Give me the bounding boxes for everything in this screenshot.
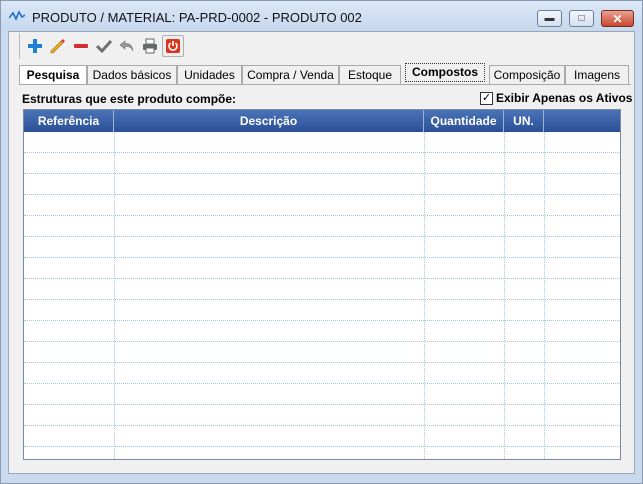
minimize-icon: ▬ — [544, 12, 555, 24]
grid-header: Referência Descrição Quantidade UN. — [24, 110, 620, 132]
toolbar — [19, 33, 199, 59]
table-row[interactable] — [24, 384, 620, 405]
title-bar[interactable]: PRODUTO / MATERIAL: PA-PRD-0002 - PRODUT… — [1, 1, 642, 31]
structures-grid[interactable]: Referência Descrição Quantidade UN. — [23, 109, 621, 460]
tab-dados-basicos[interactable]: Dados básicos — [87, 65, 177, 84]
table-row[interactable] — [24, 195, 620, 216]
undo-button[interactable] — [116, 35, 138, 57]
active-filter-checkbox[interactable]: ✓ — [480, 91, 493, 105]
table-row[interactable] — [24, 132, 620, 153]
tab-pesquisa[interactable]: Pesquisa — [19, 65, 87, 84]
minimize-button[interactable]: ▬ — [537, 10, 562, 27]
table-row[interactable] — [24, 321, 620, 342]
table-row[interactable] — [24, 426, 620, 447]
table-row[interactable] — [24, 405, 620, 426]
table-row[interactable] — [24, 174, 620, 195]
column-header-descricao[interactable]: Descrição — [114, 110, 424, 132]
table-row[interactable] — [24, 363, 620, 384]
table-row[interactable] — [24, 279, 620, 300]
maximize-icon: □ — [578, 12, 585, 24]
tab-divider — [19, 84, 631, 85]
tab-estoque[interactable]: Estoque — [339, 65, 401, 84]
window-title: PRODUTO / MATERIAL: PA-PRD-0002 - PRODUT… — [32, 10, 362, 25]
tab-compra-venda[interactable]: Compra / Venda — [242, 65, 339, 84]
print-icon — [143, 38, 157, 54]
confirm-button[interactable] — [93, 35, 115, 57]
close-icon: ✕ — [612, 11, 623, 26]
app-logo-icon — [9, 10, 25, 21]
print-button[interactable] — [139, 35, 161, 57]
product-window: PRODUTO / MATERIAL: PA-PRD-0002 - PRODUT… — [0, 0, 643, 484]
checkmark-icon: ✓ — [481, 91, 492, 104]
tab-imagens[interactable]: Imagens — [565, 65, 629, 84]
remove-button[interactable] — [70, 35, 92, 57]
tab-composicao[interactable]: Composição — [489, 65, 565, 84]
content-frame: Pesquisa Dados básicos Unidades Compra /… — [8, 31, 635, 474]
add-button[interactable] — [24, 35, 46, 57]
edit-pencil-icon — [50, 39, 65, 54]
table-row[interactable] — [24, 447, 620, 459]
table-row[interactable] — [24, 342, 620, 363]
tab-bar: Pesquisa Dados básicos Unidades Compra /… — [19, 63, 631, 85]
active-filter-label[interactable]: Exibir Apenas os Ativos — [496, 91, 632, 105]
close-button[interactable]: ✕ — [601, 10, 634, 27]
column-header-un[interactable]: UN. — [504, 110, 544, 132]
power-icon — [166, 39, 180, 53]
column-header-referencia[interactable]: Referência — [24, 110, 114, 132]
column-header-extra[interactable] — [544, 110, 620, 132]
maximize-button[interactable]: □ — [569, 10, 594, 27]
edit-button[interactable] — [47, 35, 69, 57]
grid-body[interactable] — [24, 132, 620, 459]
table-row[interactable] — [24, 153, 620, 174]
section-title: Estruturas que este produto compõe: — [22, 92, 237, 106]
confirm-check-icon — [96, 39, 112, 54]
table-row[interactable] — [24, 300, 620, 321]
remove-icon — [74, 44, 88, 48]
undo-icon — [119, 40, 134, 52]
column-header-quantidade[interactable]: Quantidade — [424, 110, 504, 132]
add-icon — [28, 39, 42, 53]
table-row[interactable] — [24, 216, 620, 237]
exit-button[interactable] — [162, 35, 184, 57]
table-row[interactable] — [24, 237, 620, 258]
tab-compostos[interactable]: Compostos — [405, 63, 485, 82]
active-filter[interactable]: ✓ Exibir Apenas os Ativos — [480, 91, 632, 105]
table-row[interactable] — [24, 258, 620, 279]
tab-unidades[interactable]: Unidades — [177, 65, 242, 84]
